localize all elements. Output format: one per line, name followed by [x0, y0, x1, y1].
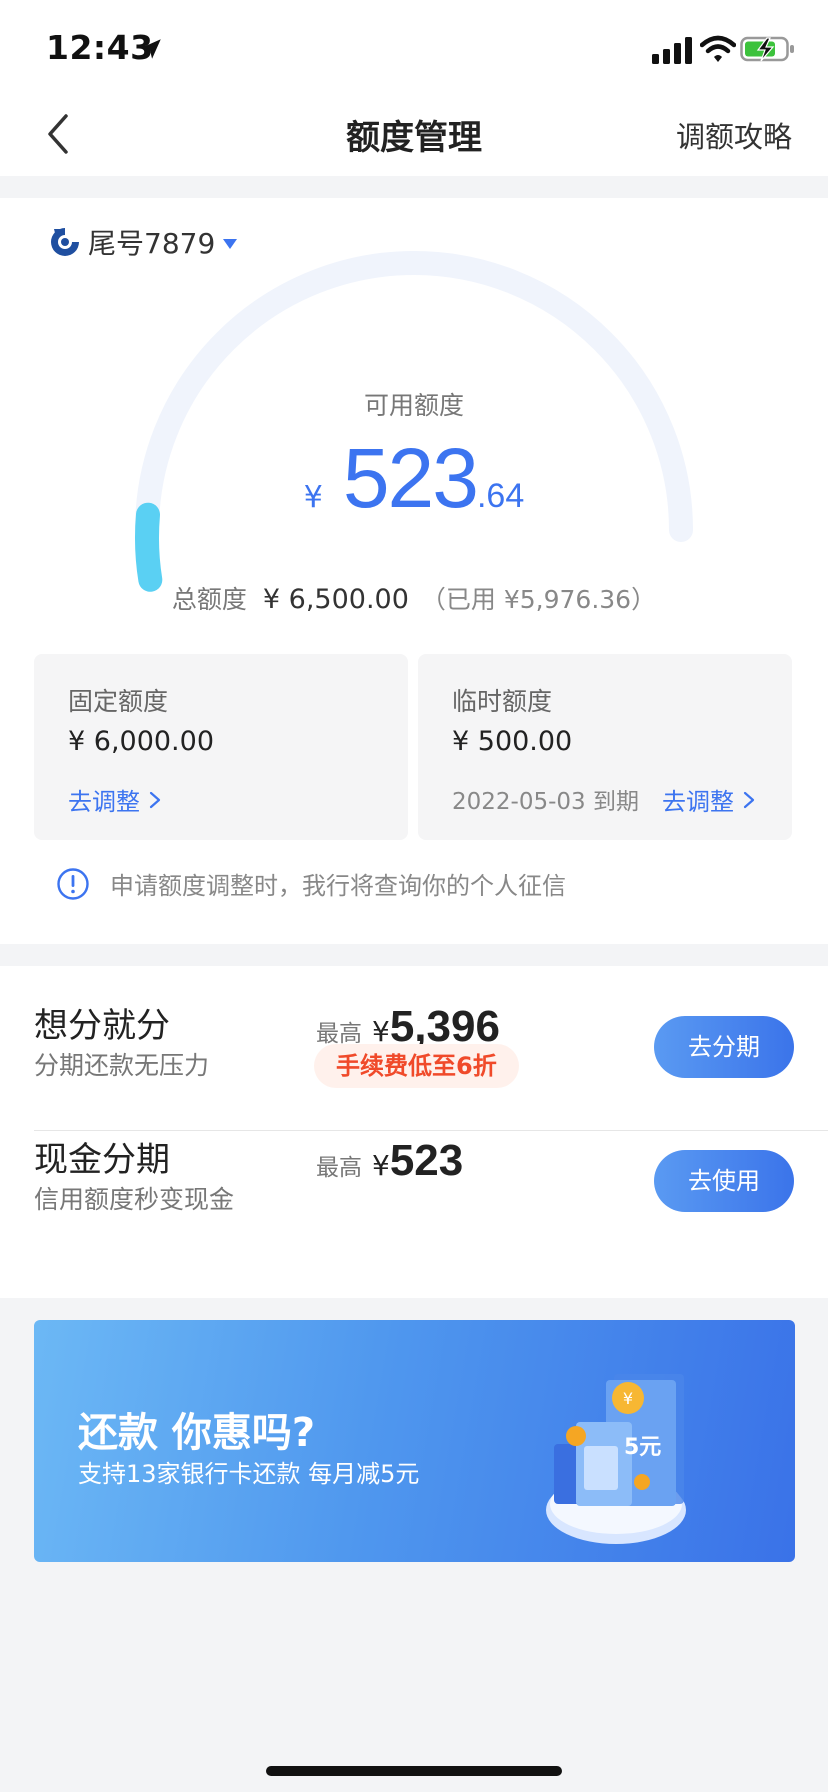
credit-check-notice: 申请额度调整时，我行将查询你的个人征信: [56, 866, 566, 901]
svg-text:¥: ¥: [623, 1389, 633, 1408]
fixed-adjust-link[interactable]: 去调整: [68, 782, 162, 817]
fixed-credit-label: 固定额度: [68, 687, 169, 716]
chevron-right-icon: [743, 791, 755, 808]
installment-max-label: 最高: [316, 1021, 362, 1047]
notice-text: 申请额度调整时，我行将查询你的个人征信: [110, 872, 566, 900]
cash-title: 现金分期: [34, 1140, 170, 1180]
total-credit-line: 总额度 ¥ 6,500.00 （已用 ¥5,976.36）: [0, 580, 828, 616]
installment-card: 想分就分 分期还款无压力 最高 ¥ 5,396 手续费低至6折 去分期 现金分期…: [0, 966, 828, 1298]
yen-symbol: ¥: [303, 480, 323, 515]
banner-subtitle: 支持13家银行卡还款 每月减5元: [78, 1460, 420, 1488]
yen-symbol: ¥: [372, 1149, 390, 1182]
fixed-adjust-label: 去调整: [68, 788, 140, 816]
divider: [34, 1130, 828, 1131]
temp-credit-amount: ¥ 500.00: [452, 726, 573, 757]
bank-logo-icon: [51, 228, 79, 256]
cash-installment-row: 现金分期 信用额度秒变现金 最高 ¥ 523 去使用: [0, 1132, 828, 1292]
temp-credit-label: 临时额度: [452, 687, 553, 716]
fixed-credit-amount: ¥ 6,000.00: [68, 726, 214, 757]
cash-subtitle: 信用额度秒变现金: [34, 1185, 235, 1214]
cash-max-label: 最高: [316, 1155, 362, 1181]
cellular-signal-icon: [652, 37, 692, 64]
status-bar: 12:43: [0, 0, 828, 92]
installment-button[interactable]: 去分期: [654, 1016, 794, 1078]
available-credit-label: 可用额度: [363, 391, 464, 420]
temp-adjust-link[interactable]: 去调整: [662, 782, 756, 817]
repayment-promo-banner[interactable]: 还款 你惠吗? 支持13家银行卡还款 每月减5元 ¥ 5元: [34, 1320, 795, 1562]
chevron-right-icon: [149, 791, 161, 808]
wifi-icon: [700, 35, 736, 62]
cash-max-value: 523: [389, 1136, 464, 1185]
card-selector[interactable]: 尾号7879: [48, 222, 238, 262]
battery-charging-icon: [740, 36, 794, 62]
used-credit: （已用 ¥5,976.36）: [420, 585, 657, 614]
available-credit-integer: 523: [342, 431, 479, 525]
svg-text:5元: 5元: [624, 1435, 661, 1460]
available-credit-decimal: .64: [476, 477, 525, 515]
cash-max: 最高 ¥ 523: [316, 1136, 463, 1186]
location-arrow-icon: [141, 39, 161, 59]
adjust-guide-link[interactable]: 调额攻略: [676, 114, 792, 156]
info-circle-icon: [57, 867, 89, 900]
credit-limit-card: 尾号7879 可用额度 ¥ 523 .64 总额度 ¥ 6,500.00 （已用 ¥…: [0, 198, 828, 944]
temp-credit-expiry: 2022-05-03 到期: [452, 789, 639, 815]
installment-subtitle: 分期还款无压力: [34, 1051, 210, 1080]
installment-title: 想分就分: [34, 1006, 170, 1046]
promo-illustration-icon: ¥ 5元: [546, 1374, 686, 1544]
installment-row: 想分就分 分期还款无压力 最高 ¥ 5,396 手续费低至6折 去分期: [0, 966, 828, 1126]
total-credit-label: 总额度: [171, 585, 247, 614]
nav-bar: 额度管理 调额攻略: [0, 92, 828, 176]
total-credit-amount: ¥ 6,500.00: [262, 584, 409, 615]
banner-title: 还款 你惠吗?: [78, 1410, 316, 1456]
card-number-label: 尾号7879: [88, 227, 216, 260]
cash-use-button[interactable]: 去使用: [654, 1150, 794, 1212]
home-indicator: [266, 1766, 562, 1776]
temp-adjust-label: 去调整: [662, 788, 734, 816]
fixed-credit-box: 固定额度 ¥ 6,000.00 去调整: [34, 654, 408, 840]
temp-credit-box: 临时额度 ¥ 500.00 2022-05-03 到期 去调整: [418, 654, 792, 840]
dropdown-triangle-icon: [223, 239, 238, 249]
fee-discount-badge: 手续费低至6折: [314, 1044, 519, 1088]
available-credit-amount: ¥ 523 .64: [0, 430, 828, 527]
